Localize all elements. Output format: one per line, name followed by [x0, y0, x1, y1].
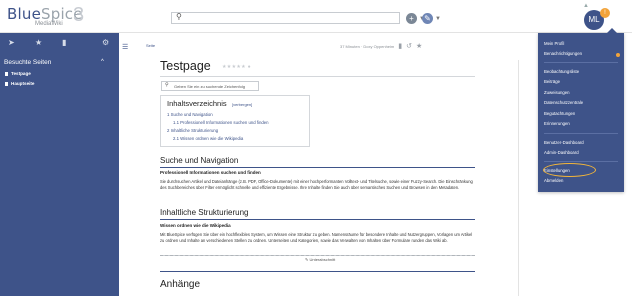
edit-menu-button[interactable]: ✎ ▼	[422, 13, 441, 24]
section-heading: Suche und Navigation	[160, 156, 239, 165]
menu-item-benutzer-dashboard[interactable]: Benutzer-Dashboard	[544, 140, 584, 145]
sidebar-section-title: Besuchte Seiten	[4, 59, 52, 66]
menu-item-datenschutzzentrale[interactable]: Datenschutzzentrale	[544, 100, 583, 105]
paragraph: Mit BlueSpice verfügen Sie über ein hoch…	[160, 232, 473, 244]
highlight-ring	[543, 163, 596, 177]
breadcrumb[interactable]: Seite	[146, 43, 155, 48]
bluespice-logo[interactable]: BlueSpice MediaWiki 3	[7, 4, 89, 30]
page-icon	[5, 71, 8, 76]
main-content: Seite 37 Minuten · Doxy Oppenheim ▮ ↺ ★ …	[130, 33, 516, 296]
hamburger-icon[interactable]: ☰	[122, 43, 128, 51]
pencil-icon: ✎	[422, 13, 433, 24]
chevron-down-icon: ▼	[435, 15, 441, 22]
toc-item[interactable]: 2.1 Wissen ordnen wie die Wikipedia	[173, 136, 243, 141]
section-heading: Anhänge	[160, 279, 201, 290]
menu-divider	[544, 62, 618, 63]
paragraph: Sie durchsuchen Artikel und Dateianhänge…	[160, 179, 473, 191]
search-icon: ⚲	[176, 12, 182, 21]
section-divider	[160, 167, 475, 168]
right-column-divider	[518, 60, 519, 296]
menu-item-profil[interactable]: Mein Profil	[544, 41, 564, 46]
comment-icon[interactable]: ▮	[398, 42, 402, 50]
global-search-input[interactable]: ⚲	[171, 12, 400, 24]
logo-subtitle: MediaWiki	[35, 21, 63, 27]
section-divider	[160, 271, 475, 272]
sidebar-item-testpage[interactable]: Testpage	[5, 71, 31, 76]
toc-title: Inhaltsverzeichnis	[167, 99, 227, 108]
toc-item[interactable]: 2 Inhaltliche Strukturierung	[167, 128, 218, 133]
menu-item-beitraege[interactable]: Beiträge	[544, 79, 560, 84]
pin-icon[interactable]: ➤	[8, 38, 15, 47]
sidebar-toolbar: ➤ ★ ▮ ⚙	[0, 38, 119, 50]
plus-icon: +	[406, 13, 417, 24]
menu-item-beobachtungsliste[interactable]: Beobachtungsliste	[544, 69, 579, 74]
menu-item-abmelden[interactable]: Abmelden	[544, 178, 563, 183]
table-of-contents: Inhaltsverzeichnis [verbergen] 1 Suche u…	[160, 95, 310, 147]
logo-mark: 3	[73, 4, 85, 26]
star-icon[interactable]: ★	[416, 42, 422, 50]
toc-hide-link[interactable]: [verbergen]	[232, 102, 252, 107]
section-divider	[160, 219, 475, 220]
sidebar-item-hauptseite[interactable]: Hauptseite	[5, 81, 35, 86]
toc-item[interactable]: 1 Suche und Navigation	[167, 112, 213, 117]
page-meta: 37 Minuten · Doxy Oppenheim ▮ ↺ ★	[340, 42, 423, 50]
section-search-input[interactable]: ⚲ Geben Sie ein zu suchende Zeichenfolg	[161, 81, 259, 91]
page-icon	[5, 81, 8, 86]
top-bar: BlueSpice MediaWiki 3 ⚲ +▼ ✎▼ ▲ ML !	[0, 0, 632, 33]
subsection-heading: Professionell Informationen suchen und f…	[160, 170, 261, 175]
rating-stars[interactable]: ★★★★★ ●	[222, 64, 251, 70]
notification-dot	[616, 53, 620, 57]
title-divider	[160, 76, 475, 77]
notification-badge: !	[600, 8, 610, 18]
page-title: Testpage	[160, 59, 211, 73]
add-subsection-link[interactable]: ✎ Unterabschnitt	[305, 257, 335, 262]
subsection-heading: Wissen ordnen wie die Wikipedia	[160, 223, 231, 228]
collapse-icon[interactable]: ^	[101, 59, 104, 65]
file-icon[interactable]: ▮	[62, 38, 66, 47]
menu-item-benachrichtigungen[interactable]: Benachrichtigungen	[544, 51, 582, 56]
toc-item[interactable]: 1.1 Professionell Informationen suchen u…	[173, 120, 269, 125]
gear-icon[interactable]: ⚙	[102, 38, 109, 47]
menu-item-admin-dashboard[interactable]: Admin-Dashboard	[544, 150, 579, 155]
menu-item-zuweisungen[interactable]: Zuweisungen	[544, 90, 570, 95]
chevron-up-icon: ▲	[583, 3, 589, 9]
tag-icon[interactable]: ★	[35, 38, 42, 47]
left-sidebar: ➤ ★ ▮ ⚙ Besuchte Seiten ^ Testpage Haupt…	[0, 33, 119, 296]
history-icon[interactable]: ↺	[406, 42, 412, 50]
section-end-divider	[160, 255, 475, 256]
menu-item-erinnerungen[interactable]: Erinnerungen	[544, 121, 570, 126]
menu-arrow	[607, 28, 617, 33]
search-icon: ⚲	[165, 82, 169, 88]
menu-divider	[544, 161, 618, 162]
menu-divider	[544, 133, 618, 134]
menu-item-begutachtungen[interactable]: Begutachtungen	[544, 111, 575, 116]
section-heading: Inhaltliche Strukturierung	[160, 208, 249, 217]
